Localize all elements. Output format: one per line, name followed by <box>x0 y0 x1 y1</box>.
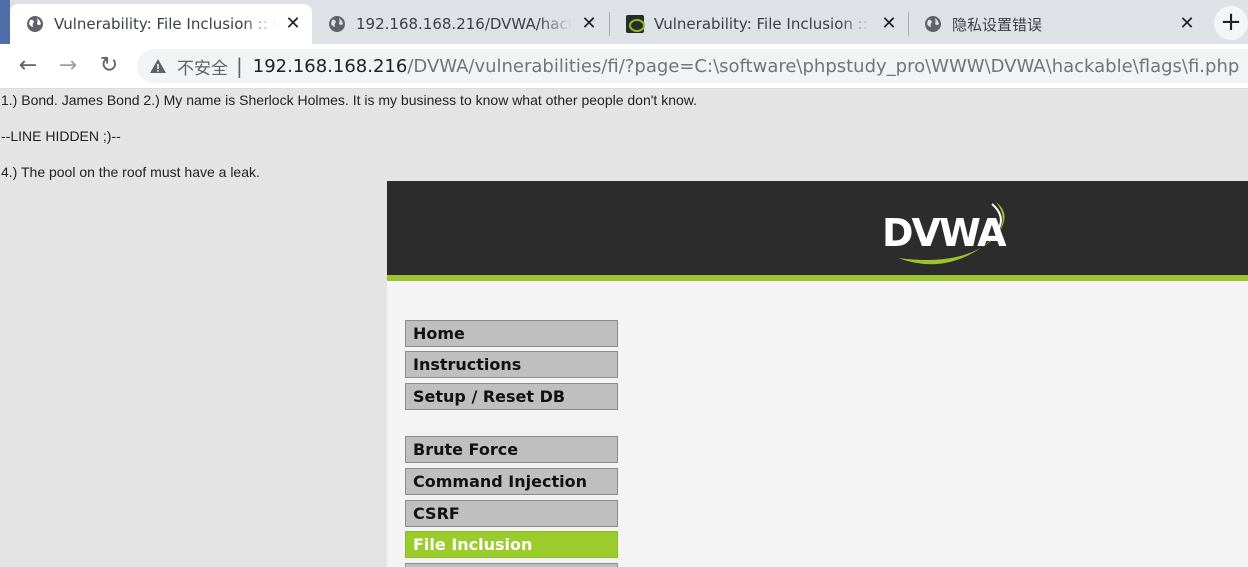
menu-item-command-injection[interactable]: Command Injection <box>405 468 618 495</box>
globe-icon <box>925 16 941 32</box>
menu-item-file-inclusion[interactable]: File Inclusion <box>405 531 618 558</box>
close-tab-icon[interactable]: ✕ <box>1178 15 1196 33</box>
tab-hackable[interactable]: 192.168.168.216/DVWA/hacka ✕ <box>312 4 608 44</box>
url-host: 192.168.168.216 <box>252 55 408 77</box>
dvwa-logo[interactable]: DVWA <box>880 194 1020 272</box>
globe-icon <box>329 16 345 32</box>
close-tab-icon[interactable]: ✕ <box>580 15 598 33</box>
menu-item-setup-reset-db[interactable]: Setup / Reset DB <box>405 383 618 410</box>
leaked-line-1: 1.) Bond. James Bond 2.) My name is Sher… <box>1 92 698 108</box>
browser-toolbar: ← → ↻ 不安全 | 192.168.168.216/DVWA/vulnera… <box>0 44 1248 89</box>
menu-item-home[interactable]: Home <box>405 320 618 347</box>
tab-privacy-error[interactable]: 隐私设置错误 ✕ <box>908 4 1206 44</box>
tab-title: Vulnerability: File Inclusion :: D <box>654 15 872 33</box>
back-button[interactable]: ← <box>16 54 40 78</box>
close-tab-icon[interactable]: ✕ <box>284 15 302 33</box>
dvwa-header: DVWA <box>387 181 1248 281</box>
url-text[interactable]: 192.168.168.216/DVWA/vulnerabilities/fi/… <box>253 56 1240 77</box>
logo-text: DVWA <box>882 211 1007 255</box>
address-bar[interactable]: 不安全 | 192.168.168.216/DVWA/vulnerabiliti… <box>137 49 1248 83</box>
dvwa-container: DVWA Home Instructions Setup / Reset DB … <box>387 181 1248 567</box>
url-path: /DVWA/vulnerabilities/fi/?page=C:\softwa… <box>407 55 1240 77</box>
browser-window: Vulnerability: File Inclusion :: D ✕ 192… <box>0 0 1248 567</box>
forward-button[interactable]: → <box>56 54 80 78</box>
tab-strip: Vulnerability: File Inclusion :: D ✕ 192… <box>0 0 1248 44</box>
warning-icon[interactable] <box>149 57 167 75</box>
tab-vuln-file-inclusion-2[interactable]: Vulnerability: File Inclusion :: D ✕ <box>610 4 908 44</box>
url-separator: | <box>236 54 243 78</box>
dvwa-icon <box>626 15 645 33</box>
tab-strip-edge <box>0 0 10 44</box>
tab-title: Vulnerability: File Inclusion :: D <box>54 15 276 33</box>
tab-vuln-file-inclusion[interactable]: Vulnerability: File Inclusion :: D ✕ <box>10 4 312 44</box>
new-tab-button[interactable]: + <box>1214 6 1248 40</box>
menu-item-next[interactable] <box>405 563 618 567</box>
leaked-line-3: 4.) The pool on the roof must have a lea… <box>1 164 260 180</box>
tab-title: 192.168.168.216/DVWA/hacka <box>356 15 572 33</box>
menu-item-instructions[interactable]: Instructions <box>405 351 618 378</box>
leaked-line-2: --LINE HIDDEN ;)-- <box>1 128 121 144</box>
menu-item-brute-force[interactable]: Brute Force <box>405 436 618 463</box>
page-content: 1.) Bond. James Bond 2.) My name is Sher… <box>0 89 1248 567</box>
menu-item-csrf[interactable]: CSRF <box>405 500 618 527</box>
reload-button[interactable]: ↻ <box>97 54 121 78</box>
globe-icon <box>27 16 43 32</box>
close-tab-icon[interactable]: ✕ <box>880 15 898 33</box>
tab-title: 隐私设置错误 <box>952 15 1043 34</box>
security-label[interactable]: 不安全 <box>177 54 228 79</box>
